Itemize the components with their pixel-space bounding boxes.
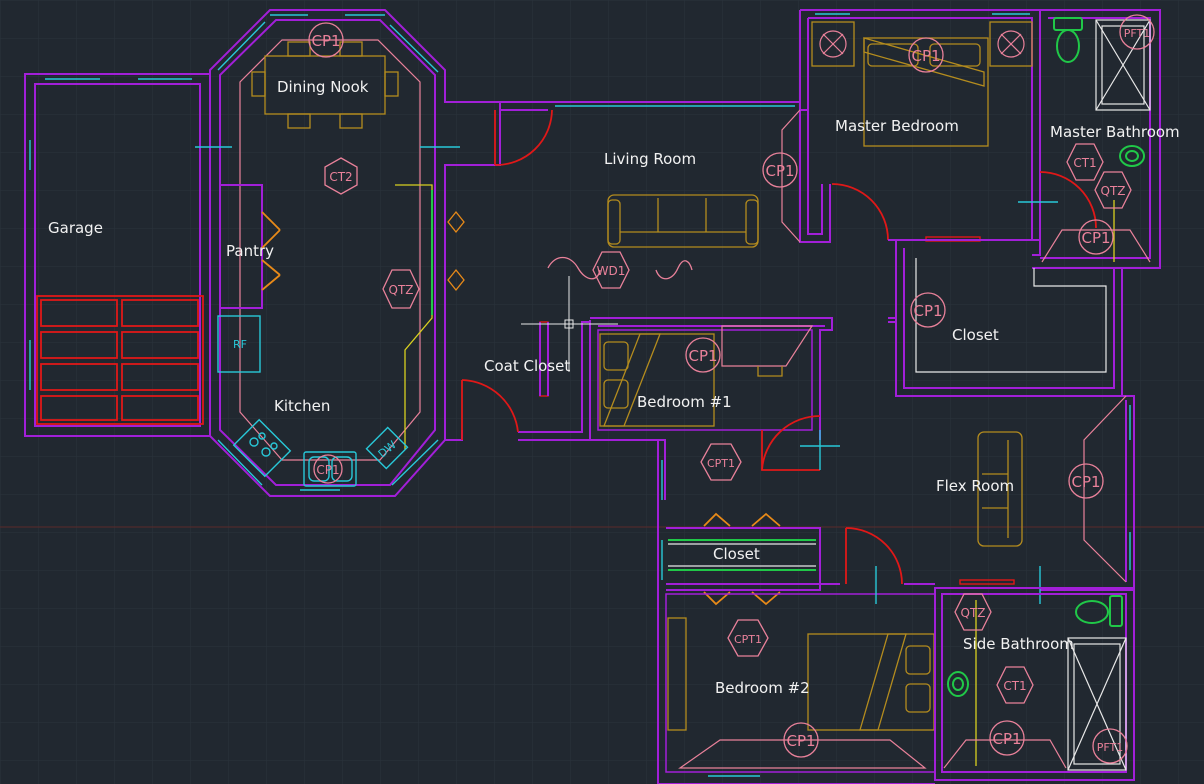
room-label-kitchen: Kitchen [274, 397, 330, 415]
svg-text:CP1: CP1 [1071, 473, 1100, 491]
room-label-bedroom1: Bedroom #1 [637, 393, 732, 411]
room-label-pantry: Pantry [226, 242, 274, 260]
room-label-master-bedroom: Master Bedroom [835, 117, 959, 135]
room-label-garage: Garage [48, 219, 103, 237]
svg-text:CT1: CT1 [1003, 679, 1026, 693]
room-label-living-room: Living Room [604, 150, 696, 168]
svg-text:CP1: CP1 [765, 162, 794, 180]
svg-text:QTZ: QTZ [389, 283, 414, 297]
room-label-master-bathroom: Master Bathroom [1050, 123, 1180, 141]
room-label-closet-master: Closet [952, 326, 999, 344]
svg-text:CP1: CP1 [911, 47, 940, 65]
svg-text:CPT1: CPT1 [707, 457, 735, 470]
svg-text:CT1: CT1 [1073, 156, 1096, 170]
room-label-bedroom2: Bedroom #2 [715, 679, 810, 697]
svg-text:CPT1: CPT1 [734, 633, 762, 646]
floor-plan-canvas: RF DW Garage Dining Nook Pantry Kitchen … [0, 0, 1204, 784]
svg-text:QTZ: QTZ [961, 606, 986, 620]
refrigerator-label: RF [233, 338, 247, 351]
svg-text:PFT1: PFT1 [1124, 27, 1151, 40]
svg-text:CP1: CP1 [786, 732, 815, 750]
svg-text:PFT1: PFT1 [1097, 741, 1124, 754]
svg-text:CP1: CP1 [688, 347, 717, 365]
svg-text:CT2: CT2 [329, 170, 352, 184]
svg-text:CP1: CP1 [316, 463, 339, 477]
svg-text:CP1: CP1 [1081, 229, 1110, 247]
room-label-closet-mid: Closet [713, 545, 760, 563]
svg-text:CP1: CP1 [992, 730, 1021, 748]
room-label-side-bathroom: Side Bathroom [963, 635, 1074, 653]
room-label-dining-nook: Dining Nook [277, 78, 369, 96]
svg-text:CP1: CP1 [913, 302, 942, 320]
svg-text:QTZ: QTZ [1101, 184, 1126, 198]
room-label-flex-room: Flex Room [936, 477, 1014, 495]
svg-text:WD1: WD1 [597, 264, 626, 278]
svg-text:CP1: CP1 [311, 32, 340, 50]
room-label-coat-closet: Coat Closet [484, 357, 570, 375]
